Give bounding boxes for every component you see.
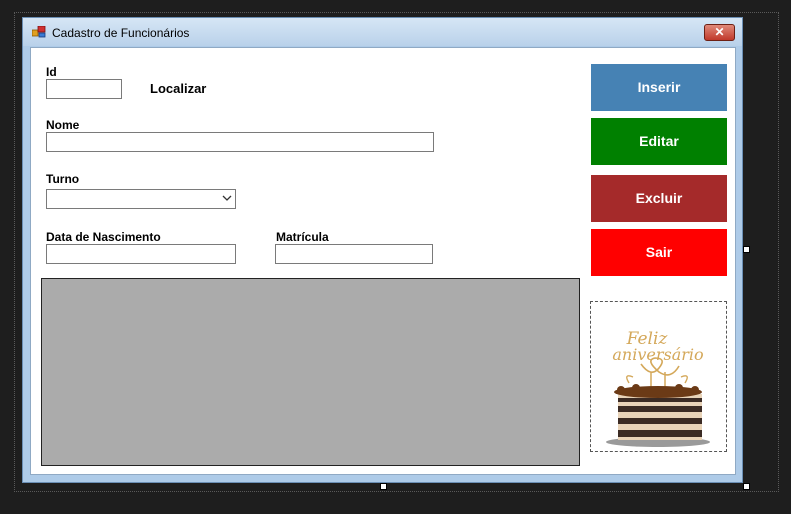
shift-select[interactable] (46, 189, 236, 209)
name-input[interactable] (46, 132, 434, 152)
resize-handle-corner[interactable] (743, 483, 750, 490)
birthday-picture: Feliz aniversário (590, 301, 727, 452)
insert-button[interactable]: Inserir (591, 64, 727, 111)
birth-date-input[interactable] (46, 244, 236, 264)
exit-button[interactable]: Sair (591, 229, 727, 276)
chevron-down-icon[interactable] (222, 193, 232, 203)
birth-date-label: Data de Nascimento (46, 230, 161, 244)
registration-label: Matrícula (276, 230, 329, 244)
shift-label: Turno (46, 172, 80, 186)
form-app-icon (32, 26, 46, 38)
delete-button[interactable]: Excluir (591, 175, 727, 222)
name-label: Nome (46, 118, 80, 132)
edit-button[interactable]: Editar (591, 118, 727, 165)
close-button[interactable]: ✕ (704, 24, 735, 41)
resize-handle-bottom[interactable] (380, 483, 387, 490)
registration-input[interactable] (275, 244, 433, 264)
picture-caption-line2: aniversário (612, 345, 703, 364)
title-bar: Cadastro de Funcionários ✕ (23, 18, 742, 46)
resize-handle-right[interactable] (743, 246, 750, 253)
form-window: Cadastro de Funcionários ✕ Id Localizar … (22, 17, 743, 483)
id-label: Id (46, 65, 57, 79)
window-title: Cadastro de Funcionários (52, 26, 190, 40)
id-input[interactable] (46, 79, 122, 99)
form-client-area: Id Localizar Nome Turno Data de Nascimen… (30, 47, 736, 475)
birthday-cake-image: Feliz aniversário (606, 329, 710, 447)
employees-data-grid[interactable] (41, 278, 580, 466)
find-label[interactable]: Localizar (150, 81, 206, 96)
